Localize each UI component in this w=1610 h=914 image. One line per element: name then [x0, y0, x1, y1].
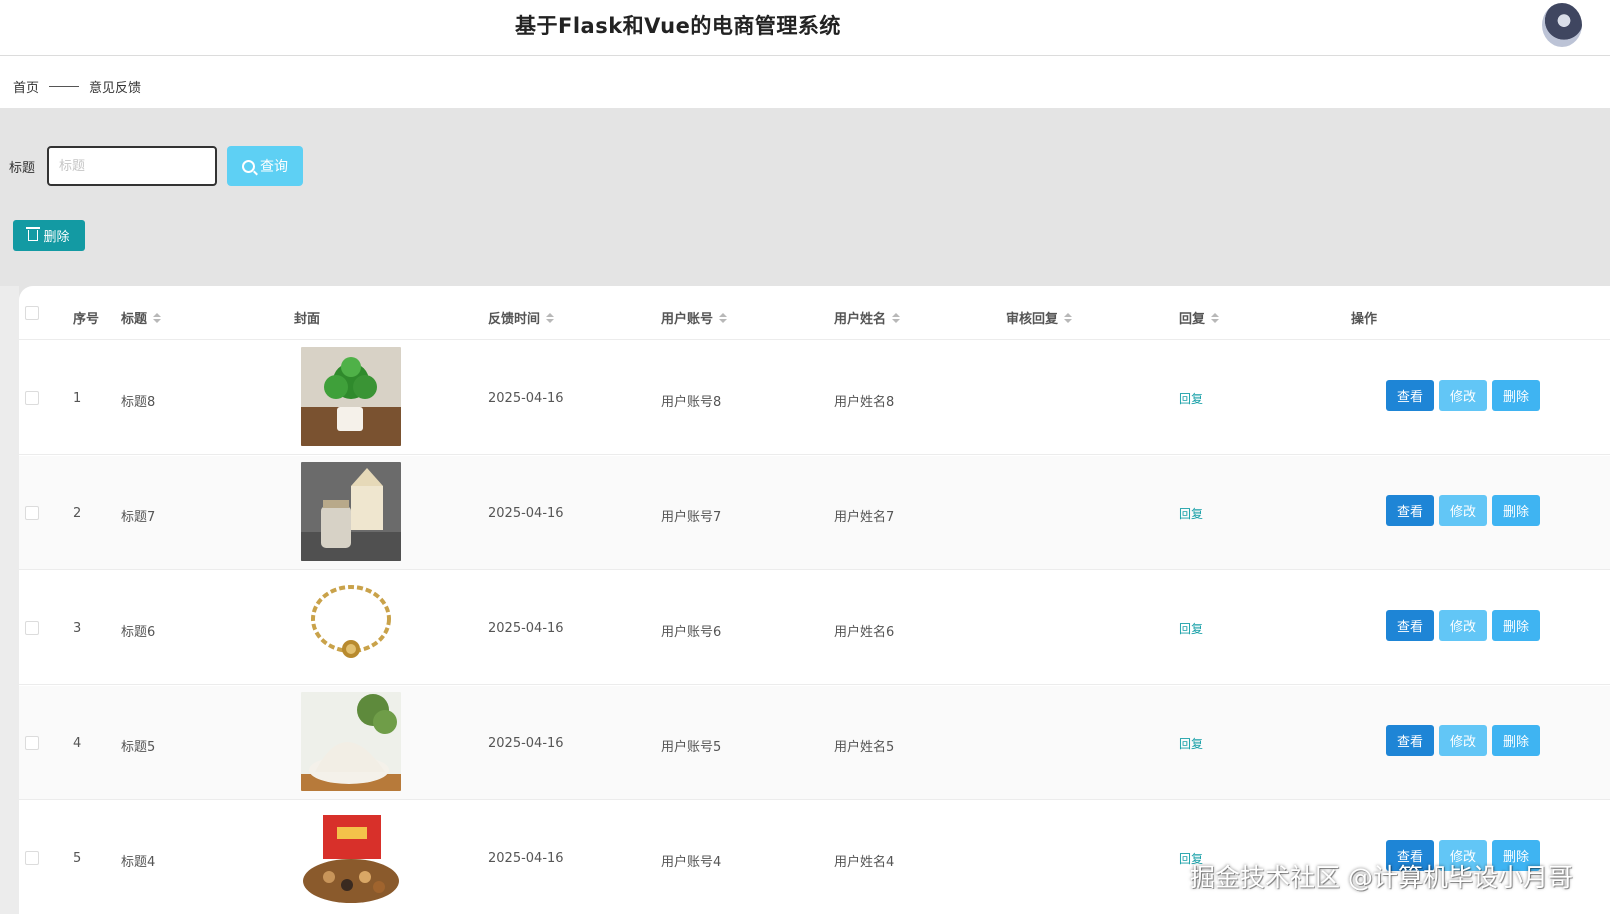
table-row: 3 标题6 2025-04-16 用户账号6 用户姓名6 回复 查看 修改 删除 [19, 571, 1610, 685]
view-button[interactable]: 查看 [1386, 495, 1434, 526]
table-row: 1 标题8 2025-04-16 用户账号8 用户姓名8 回复 查看 修改 删除 [19, 341, 1610, 455]
edit-button[interactable]: 修改 [1439, 380, 1487, 411]
delete-button[interactable]: 删除 [1492, 380, 1540, 411]
query-button-label: 查询 [260, 159, 288, 175]
row-checkbox[interactable] [25, 391, 39, 405]
row-index: 5 [73, 851, 82, 866]
select-all-checkbox[interactable] [25, 306, 39, 320]
reply-link[interactable]: 回复 [1179, 735, 1203, 752]
delete-button[interactable]: 删除 [1492, 495, 1540, 526]
sort-icon[interactable] [546, 312, 555, 323]
row-user-name: 用户姓名8 [834, 395, 895, 410]
edit-button[interactable]: 修改 [1439, 725, 1487, 756]
col-user-account[interactable]: 用户账号 [661, 308, 728, 327]
row-user-account: 用户账号6 [661, 625, 722, 640]
row-title: 标题6 [121, 625, 156, 640]
row-feedback-time: 2025-04-16 [488, 621, 564, 636]
col-title[interactable]: 标题 [121, 308, 162, 327]
row-checkbox[interactable] [25, 621, 39, 635]
bulk-delete-button[interactable]: 删除 [13, 220, 85, 251]
reply-link[interactable]: 回复 [1179, 505, 1203, 522]
row-user-name: 用户姓名6 [834, 625, 895, 640]
table-row: 2 标题7 2025-04-16 用户账号7 用户姓名7 回复 查看 修改 删除 [19, 456, 1610, 570]
row-feedback-time: 2025-04-16 [488, 391, 564, 406]
row-index: 4 [73, 736, 82, 751]
row-checkbox[interactable] [25, 851, 39, 865]
sort-icon[interactable] [153, 312, 162, 323]
edit-button[interactable]: 修改 [1439, 610, 1487, 641]
row-title: 标题7 [121, 510, 156, 525]
col-reply[interactable]: 回复 [1179, 308, 1220, 327]
view-button[interactable]: 查看 [1386, 725, 1434, 756]
bulk-delete-label: 删除 [43, 230, 70, 245]
table-row: 4 标题5 2025-04-16 用户账号5 用户姓名5 回复 查看 修改 删除 [19, 686, 1610, 800]
row-user-account: 用户账号8 [661, 395, 722, 410]
cover-image-flour-pile [301, 692, 401, 791]
row-title: 标题5 [121, 740, 156, 755]
row-index: 3 [73, 621, 82, 636]
user-avatar[interactable] [1542, 3, 1582, 47]
cover-image-gold-bracelet [301, 577, 401, 676]
feedback-table: 序号 标题 封面 反馈时间 用户账号 用户姓名 审核回复 回复 操作 1 标题8… [19, 286, 1610, 914]
col-actions: 操作 [1351, 312, 1378, 327]
watermark: 掘金技术社区 @计算机毕设小月哥 [1190, 863, 1573, 892]
row-checkbox[interactable] [25, 506, 39, 520]
row-index: 1 [73, 391, 82, 406]
col-index: 序号 [73, 312, 100, 327]
sort-icon[interactable] [1064, 312, 1073, 323]
view-button[interactable]: 查看 [1386, 380, 1434, 411]
row-checkbox[interactable] [25, 736, 39, 750]
search-title-input[interactable] [47, 146, 217, 186]
row-user-name: 用户姓名7 [834, 510, 895, 525]
search-title-label: 标题 [9, 161, 36, 176]
col-feedback-time[interactable]: 反馈时间 [488, 308, 555, 327]
app-title: 基于Flask和Vue的电商管理系统 [515, 14, 841, 38]
cover-image-jar-and-box [301, 462, 401, 561]
sort-icon[interactable] [1211, 312, 1220, 323]
row-feedback-time: 2025-04-16 [488, 851, 564, 866]
breadcrumb: 首页 意见反馈 [13, 77, 141, 96]
top-bar: 基于Flask和Vue的电商管理系统 [0, 0, 1610, 56]
sort-icon[interactable] [719, 312, 728, 323]
sort-icon[interactable] [892, 312, 901, 323]
cover-image-nuts-gift-box [301, 807, 401, 906]
table-header: 序号 标题 封面 反馈时间 用户账号 用户姓名 审核回复 回复 操作 [19, 286, 1610, 340]
row-index: 2 [73, 506, 82, 521]
cover-image-potted-plant [301, 347, 401, 446]
edit-button[interactable]: 修改 [1439, 495, 1487, 526]
row-user-account: 用户账号5 [661, 740, 722, 755]
reply-link[interactable]: 回复 [1179, 620, 1203, 637]
delete-button[interactable]: 删除 [1492, 725, 1540, 756]
delete-button[interactable]: 删除 [1492, 610, 1540, 641]
reply-link[interactable]: 回复 [1179, 390, 1203, 407]
left-edge [0, 286, 19, 914]
col-user-name[interactable]: 用户姓名 [834, 308, 901, 327]
view-button[interactable]: 查看 [1386, 610, 1434, 641]
breadcrumb-home[interactable]: 首页 [13, 77, 39, 96]
trash-icon [26, 227, 41, 241]
row-user-account: 用户账号7 [661, 510, 722, 525]
breadcrumb-current: 意见反馈 [89, 81, 142, 96]
query-button[interactable]: 查询 [227, 146, 303, 186]
col-cover: 封面 [294, 312, 321, 327]
row-feedback-time: 2025-04-16 [488, 736, 564, 751]
row-feedback-time: 2025-04-16 [488, 506, 564, 521]
row-title: 标题8 [121, 395, 156, 410]
search-icon [242, 159, 255, 173]
row-user-account: 用户账号4 [661, 855, 722, 870]
row-title: 标题4 [121, 855, 156, 870]
breadcrumb-separator [49, 86, 80, 87]
row-user-name: 用户姓名5 [834, 740, 895, 755]
col-review-reply[interactable]: 审核回复 [1006, 308, 1073, 327]
row-user-name: 用户姓名4 [834, 855, 895, 870]
